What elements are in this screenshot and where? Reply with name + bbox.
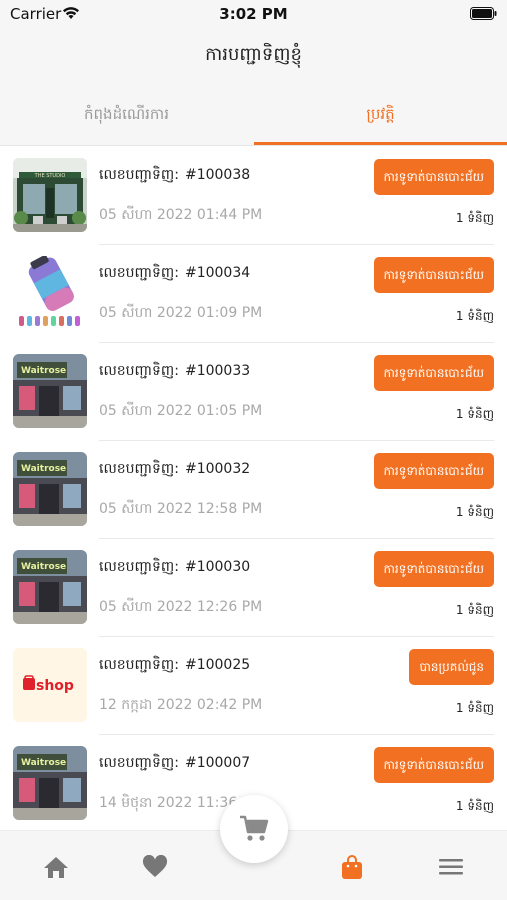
order-number-label: លេខបញ្ជាទិញ: [99, 461, 179, 477]
order-number: #100030 [184, 559, 251, 575]
order-date: 05 សីហា 2022 01:44 PM [99, 207, 263, 223]
order-number: #100007 [184, 755, 251, 771]
order-number-label: លេខបញ្ជាទិញ: [99, 167, 179, 183]
status-time: 3:02 PM [219, 5, 288, 23]
shop-logo-text: shop [36, 678, 74, 694]
order-number-line: លេខបញ្ជាទិញ: #100007 [99, 753, 250, 774]
order-number-label: លេខបញ្ជាទិញ: [99, 657, 179, 673]
order-number: #100038 [184, 167, 251, 183]
order-number: #100025 [184, 657, 251, 673]
order-number: #100032 [184, 461, 251, 477]
storefront-image: THE STUDIO [13, 158, 87, 232]
order-row[interactable]: Waitrose លេខបញ្ជាទិញ: #100030 05 សីហា 202… [0, 539, 507, 637]
order-number-line: លេខបញ្ជាទិញ: #100033 [99, 361, 250, 382]
order-row[interactable]: shop លេខបញ្ជាទិញ: #100025 12 កក្កដា 2022 … [0, 637, 507, 735]
order-number-line: លេខបញ្ជាទិញ: #100034 [99, 263, 250, 284]
svg-text:Waitrose: Waitrose [21, 366, 66, 376]
order-status-button[interactable]: ការទូទាត់បានបោះជ័យ [373, 747, 494, 783]
order-status-button[interactable]: ការទូទាត់បានបោះជ័យ [373, 257, 494, 293]
tab-in-progress[interactable]: កំពុងដំណើរការ [0, 86, 253, 146]
order-tabs: កំពុងដំណើរការ ប្រវត្តិ [0, 86, 507, 146]
order-row[interactable]: THE STUDIO លេខបញ្ជាទិញ: #100038 05 សីហា 2… [0, 147, 507, 245]
order-status-button[interactable]: ការទូទាត់បានបោះជ័យ [373, 551, 494, 587]
order-item-count: 1 ទំនិញ [455, 407, 494, 421]
bag-icon[interactable] [334, 849, 370, 885]
order-item-count: 1 ទំនិញ [455, 211, 494, 225]
header: ការបញ្ជាទិញខ្ញុំ [0, 28, 507, 86]
order-row[interactable]: លេខបញ្ជាទិញ: #100034 05 សីហា 2022 01:09 P… [0, 245, 507, 343]
order-status-button[interactable]: ការទូទាត់បានបោះជ័យ [373, 355, 494, 391]
order-item-count: 1 ទំនិញ [455, 603, 494, 617]
order-date: 12 កក្កដា 2022 02:42 PM [99, 697, 263, 713]
order-date: 05 សីហា 2022 01:05 PM [99, 403, 263, 419]
order-item-count: 1 ទំនិញ [455, 701, 494, 715]
order-number-line: លេខបញ្ជាទិញ: #100025 [99, 655, 250, 676]
order-number-label: លេខបញ្ជាទិញ: [99, 559, 179, 575]
order-list[interactable]: THE STUDIO លេខបញ្ជាទិញ: #100038 05 សីហា 2… [0, 147, 507, 830]
order-item-count: 1 ទំនិញ [455, 799, 494, 813]
svg-text:Waitrose: Waitrose [21, 562, 66, 572]
order-status-button[interactable]: បានប្រគល់ជូន [409, 649, 494, 685]
order-number: #100034 [184, 265, 251, 281]
order-row[interactable]: Waitrose លេខបញ្ជាទិញ: #100032 05 សីហា 202… [0, 441, 507, 539]
menu-icon[interactable] [433, 849, 469, 885]
shop-logo-image: shop [13, 648, 87, 722]
page-title: ការបញ្ជាទិញខ្ញុំ [205, 44, 302, 65]
order-number-label: លេខបញ្ជាទិញ: [99, 265, 179, 281]
battery-icon [470, 7, 497, 20]
order-number-label: លេខបញ្ជាទិញ: [99, 755, 179, 771]
cart-icon [240, 815, 269, 841]
order-number-line: លេខបញ្ជាទិញ: #100038 [99, 165, 250, 186]
order-item-count: 1 ទំនិញ [455, 309, 494, 323]
status-bar: Carrier 3:02 PM [0, 0, 507, 28]
cart-button[interactable] [220, 795, 288, 863]
svg-text:Waitrose: Waitrose [21, 758, 66, 768]
active-tab-indicator [254, 142, 507, 145]
order-item-count: 1 ទំនិញ [455, 505, 494, 519]
tab-history[interactable]: ប្រវត្តិ [254, 86, 507, 146]
little-waitrose-image: Waitrose [13, 354, 87, 428]
order-status-button[interactable]: ការទូទាត់បានបោះជ័យ [373, 159, 494, 195]
little-waitrose-image: Waitrose [13, 746, 87, 820]
little-waitrose-image: Waitrose [13, 550, 87, 624]
svg-text:Waitrose: Waitrose [21, 464, 66, 474]
home-icon[interactable] [38, 849, 74, 885]
order-date: 05 សីហា 2022 12:58 PM [99, 501, 263, 517]
order-date: 05 សីហា 2022 01:09 PM [99, 305, 263, 321]
order-number-line: លេខបញ្ជាទិញ: #100032 [99, 459, 250, 480]
little-waitrose-image: Waitrose [13, 452, 87, 526]
water-bottle-image [13, 256, 87, 330]
order-number: #100033 [184, 363, 251, 379]
order-date: 05 សីហា 2022 12:26 PM [99, 599, 263, 615]
heart-icon[interactable] [137, 849, 173, 885]
order-number-line: លេខបញ្ជាទិញ: #100030 [99, 557, 250, 578]
order-number-label: លេខបញ្ជាទិញ: [99, 363, 179, 379]
order-status-button[interactable]: ការទូទាត់បានបោះជ័យ [373, 453, 494, 489]
order-row[interactable]: Waitrose លេខបញ្ជាទិញ: #100033 05 សីហា 202… [0, 343, 507, 441]
